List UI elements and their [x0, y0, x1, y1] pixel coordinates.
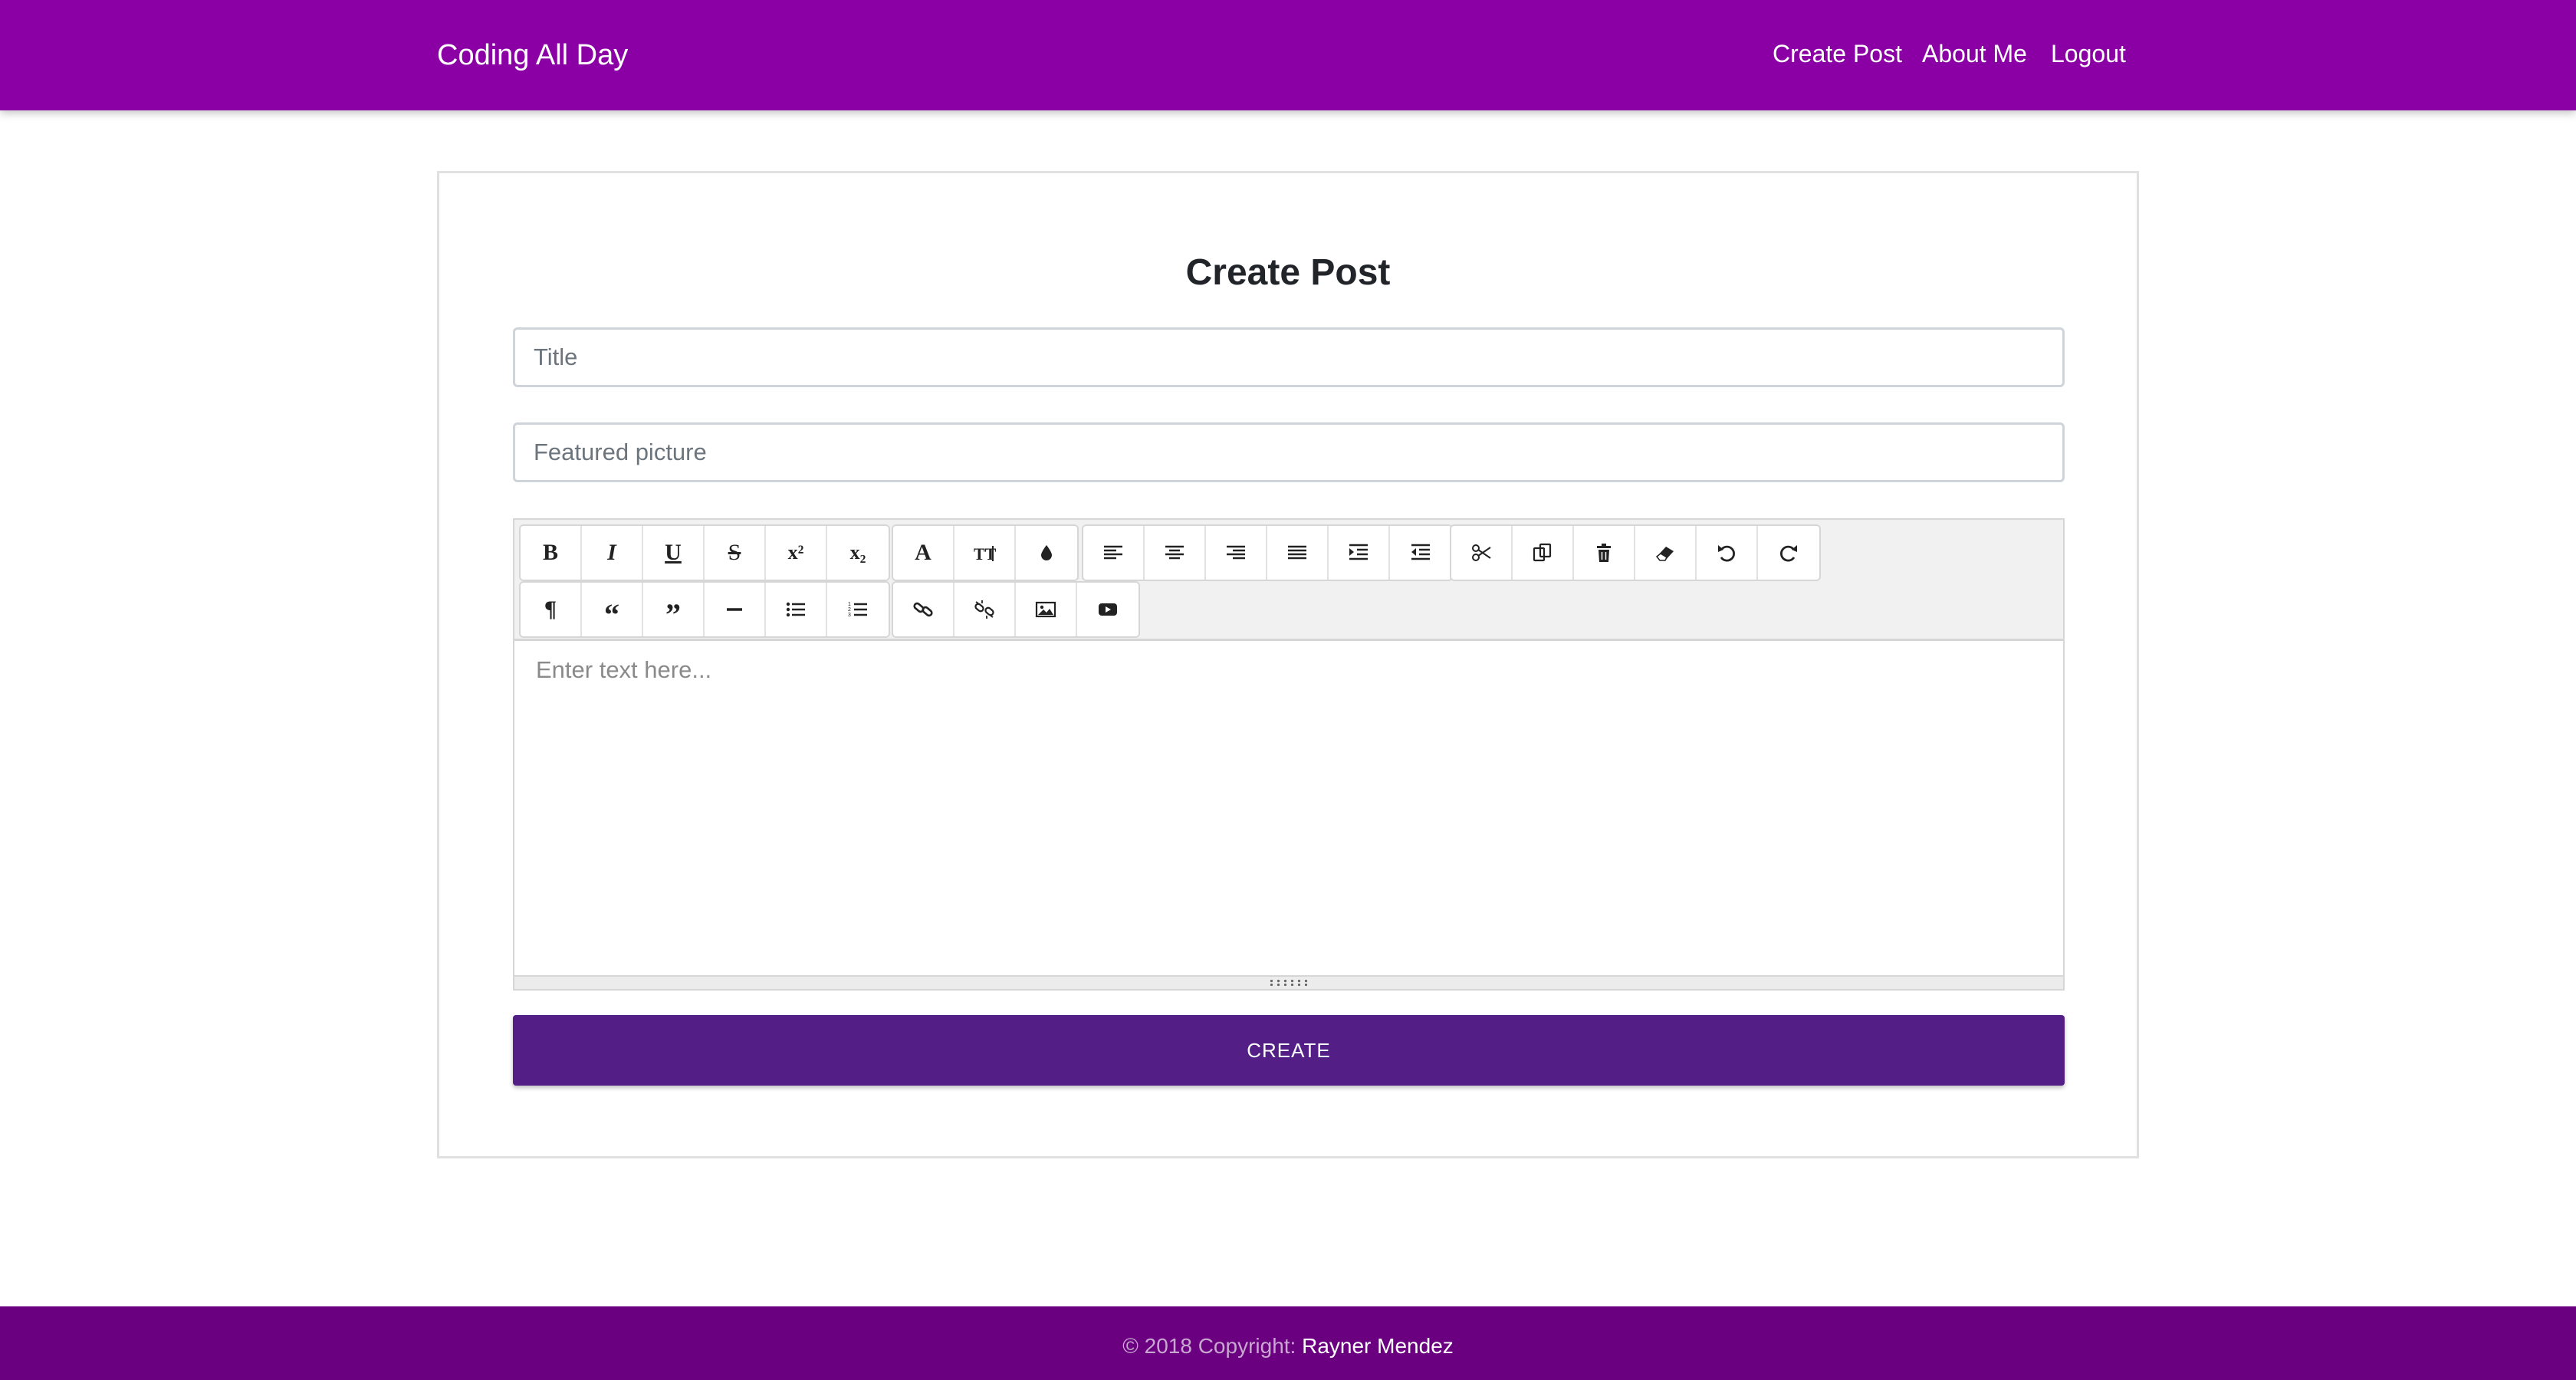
font-size-button[interactable]: TT	[955, 526, 1016, 580]
video-icon	[1099, 603, 1117, 616]
subscript-icon: x₂	[849, 541, 866, 564]
bullet-list-icon	[786, 602, 805, 617]
superscript-icon: x²	[787, 541, 804, 564]
editor-placeholder: Enter text here...	[536, 656, 712, 683]
delete-button[interactable]	[1574, 526, 1635, 580]
align-justify-button[interactable]	[1267, 526, 1329, 580]
rich-text-editor: B I U S x² x₂ A TT ¶ “ ” 1 2 3 Enter tex…	[513, 518, 2065, 991]
indent-button[interactable]	[1329, 526, 1390, 580]
svg-text:2: 2	[848, 607, 851, 613]
navbar: Coding All Day Create Post About Me Logo…	[0, 0, 2576, 110]
superscript-button[interactable]: x²	[766, 526, 827, 580]
nav-logout-link[interactable]: Logout	[2051, 37, 2126, 71]
underline-icon: U	[665, 540, 682, 565]
nav-about-me-link[interactable]: About Me	[1922, 37, 2027, 71]
editor-resize-handle[interactable]	[514, 975, 2063, 989]
quote-right-icon: ”	[665, 597, 681, 632]
copy-icon	[1533, 543, 1552, 562]
create-button[interactable]: CREATE	[513, 1015, 2065, 1086]
editor-content-area[interactable]: Enter text here...	[514, 641, 2063, 977]
align-left-button[interactable]	[1083, 526, 1145, 580]
numbered-list-button[interactable]: 123	[827, 583, 889, 636]
bullet-list-button[interactable]	[766, 583, 827, 636]
page-title: Create Post	[1185, 252, 1391, 293]
font-icon: A	[915, 540, 932, 565]
bold-button[interactable]: B	[521, 526, 582, 580]
font-group: A TT	[892, 524, 1079, 581]
nav-create-post-link[interactable]: Create Post	[1773, 37, 1902, 71]
font-button[interactable]: A	[893, 526, 955, 580]
cut-button[interactable]	[1451, 526, 1513, 580]
bold-icon: B	[542, 540, 558, 565]
align-justify-icon	[1288, 545, 1306, 560]
outdent-icon	[1411, 544, 1430, 560]
create-post-card: Create Post B I U S x²	[437, 171, 2139, 1158]
paragraph-icon: ¶	[544, 596, 557, 622]
quote-left-icon: “	[604, 597, 619, 632]
featured-picture-input[interactable]	[513, 422, 2065, 482]
unlink-icon	[974, 600, 994, 619]
quote-right-button[interactable]: ”	[643, 583, 705, 636]
eraser-button[interactable]	[1635, 526, 1697, 580]
svg-text:3: 3	[848, 613, 851, 618]
image-icon	[1035, 601, 1056, 618]
text-color-icon	[1041, 545, 1052, 560]
grip-icon	[1268, 979, 1309, 987]
text-style-group: B I U S x² x₂	[519, 524, 890, 581]
strikethrough-icon: S	[728, 540, 741, 565]
italic-icon: I	[607, 540, 616, 565]
italic-button[interactable]: I	[582, 526, 643, 580]
paragraph-button[interactable]: ¶	[521, 583, 582, 636]
align-center-button[interactable]	[1145, 526, 1206, 580]
footer: © 2018 Copyright: Rayner Mendez	[0, 1306, 2576, 1380]
footer-copyright-prefix: © 2018 Copyright:	[1122, 1334, 1303, 1358]
undo-icon	[1718, 545, 1735, 562]
align-right-button[interactable]	[1206, 526, 1267, 580]
numbered-list-icon: 123	[848, 602, 867, 618]
footer-copyright: © 2018 Copyright: Rayner Mendez	[1122, 1332, 1454, 1360]
eraser-icon	[1655, 547, 1674, 561]
link-button[interactable]	[893, 583, 955, 636]
align-left-icon	[1104, 545, 1122, 560]
align-right-icon	[1227, 545, 1245, 560]
video-button[interactable]	[1077, 583, 1138, 636]
underline-button[interactable]: U	[643, 526, 705, 580]
text-color-button[interactable]	[1016, 526, 1077, 580]
outdent-button[interactable]	[1390, 526, 1451, 580]
redo-button[interactable]	[1758, 526, 1819, 580]
cut-icon	[1472, 544, 1491, 561]
link-icon	[913, 602, 933, 617]
align-center-icon	[1165, 545, 1184, 560]
title-input[interactable]	[513, 327, 2065, 387]
copy-button[interactable]	[1513, 526, 1574, 580]
navbar-brand[interactable]: Coding All Day	[437, 35, 628, 75]
svg-text:1: 1	[848, 602, 851, 607]
quote-left-button[interactable]: “	[582, 583, 643, 636]
alignment-group	[1082, 524, 1453, 581]
media-group	[892, 581, 1140, 638]
horizontal-rule-button[interactable]	[705, 583, 766, 636]
horizontal-rule-icon	[727, 608, 742, 611]
block-format-group: ¶ “ ” 1 2 3	[519, 581, 890, 638]
font-size-icon: TT	[974, 544, 996, 564]
edit-actions-group	[1450, 524, 1821, 581]
unlink-button[interactable]	[955, 583, 1016, 636]
editor-toolbar: B I U S x² x₂ A TT ¶ “ ” 1 2 3	[514, 520, 2063, 641]
footer-author-link[interactable]: Rayner Mendez	[1302, 1334, 1454, 1358]
image-button[interactable]	[1016, 583, 1077, 636]
subscript-button[interactable]: x₂	[827, 526, 889, 580]
indent-icon	[1349, 544, 1368, 560]
undo-button[interactable]	[1697, 526, 1758, 580]
delete-icon	[1597, 544, 1611, 562]
strikethrough-button[interactable]: S	[705, 526, 766, 580]
redo-icon	[1780, 545, 1797, 562]
